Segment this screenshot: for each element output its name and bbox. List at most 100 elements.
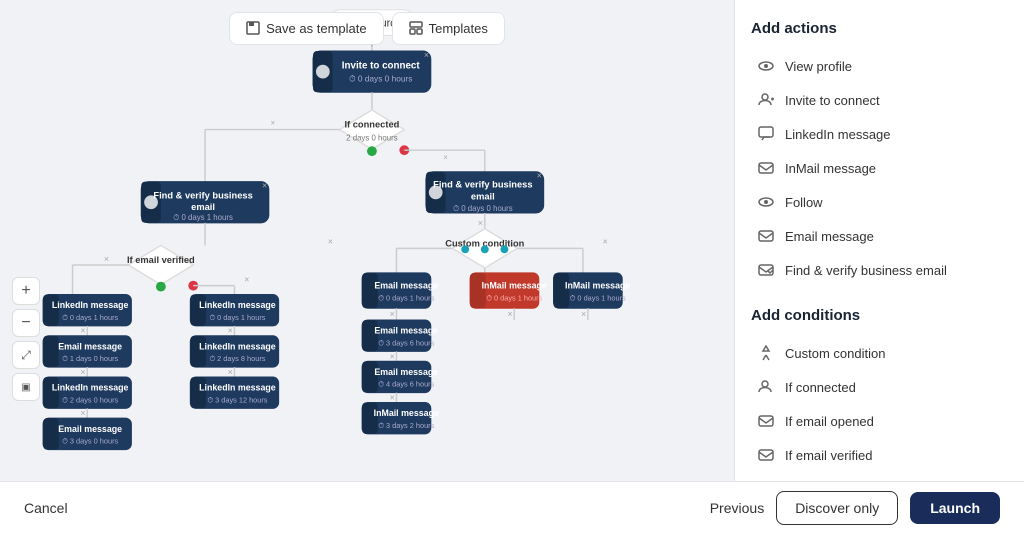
- email-verified-icon: [757, 446, 775, 464]
- svg-text:If email verified: If email verified: [127, 255, 195, 265]
- user-check-icon: [757, 378, 775, 396]
- svg-text:×: ×: [270, 119, 275, 128]
- svg-text:Email message: Email message: [58, 341, 122, 351]
- svg-text:×: ×: [537, 171, 542, 181]
- cancel-button[interactable]: Cancel: [24, 500, 68, 516]
- svg-text:⏱ 0 days 0 hours: ⏱ 0 days 0 hours: [349, 73, 412, 83]
- svg-text:×: ×: [328, 236, 333, 246]
- svg-text:LinkedIn message: LinkedIn message: [52, 300, 129, 310]
- toolbar: Save as template Templates: [0, 0, 734, 56]
- mail-icon: [757, 159, 775, 177]
- svg-text:×: ×: [244, 275, 249, 285]
- condition-if-connected-label: If connected: [785, 380, 856, 395]
- svg-text:×: ×: [228, 326, 233, 336]
- svg-text:⏱ 4 days 6 hours: ⏱ 4 days 6 hours: [378, 380, 434, 389]
- zoom-controls: + − ⤢ ▣: [12, 277, 40, 401]
- svg-text:⏱ 3 days 2 hours: ⏱ 3 days 2 hours: [378, 421, 434, 430]
- condition-if-email-verified-label: If email verified: [785, 448, 872, 463]
- user-plus-icon: [757, 91, 775, 109]
- svg-text:InMail message: InMail message: [565, 281, 630, 291]
- svg-text:LinkedIn message: LinkedIn message: [199, 341, 276, 351]
- custom-condition-icon: [757, 344, 775, 362]
- action-find-verify-label: Find & verify business email: [785, 263, 947, 278]
- eye-icon: [757, 57, 775, 75]
- svg-text:email: email: [191, 202, 215, 212]
- save-icon: [246, 21, 260, 35]
- svg-text:×: ×: [443, 153, 448, 162]
- condition-custom[interactable]: Custom condition: [751, 336, 1008, 370]
- add-conditions-title: Add conditions: [751, 307, 1008, 324]
- svg-text:⏱ 0 days 1 hours: ⏱ 0 days 1 hours: [173, 213, 233, 222]
- discover-only-button[interactable]: Discover only: [776, 491, 898, 525]
- action-invite-connect[interactable]: Invite to connect: [751, 83, 1008, 117]
- svg-text:Find & verify business: Find & verify business: [433, 179, 532, 189]
- svg-text:InMail message: InMail message: [374, 408, 439, 418]
- bottom-bar: Cancel Previous Discover only Launch: [0, 481, 1024, 533]
- svg-text:⏱ 1 days 0 hours: ⏱ 1 days 0 hours: [62, 354, 118, 363]
- action-view-profile-label: View profile: [785, 59, 852, 74]
- svg-text:×: ×: [603, 236, 608, 246]
- svg-text:⏱ 0 days 0 hours: ⏱ 0 days 0 hours: [453, 204, 513, 213]
- main-container: Save as template Templates Lead source: [0, 0, 1024, 481]
- svg-text:×: ×: [104, 254, 109, 264]
- action-email-message[interactable]: Email message: [751, 219, 1008, 253]
- svg-text:⏱ 3 days 6 hours: ⏱ 3 days 6 hours: [378, 339, 434, 348]
- svg-text:×: ×: [507, 309, 512, 319]
- screenshot-button[interactable]: ▣: [12, 373, 40, 401]
- svg-text:Invite to connect: Invite to connect: [342, 61, 421, 72]
- condition-custom-label: Custom condition: [785, 346, 885, 361]
- action-follow-label: Follow: [785, 195, 823, 210]
- svg-text:Email message: Email message: [374, 281, 438, 291]
- action-find-verify-email[interactable]: Find & verify business email: [751, 253, 1008, 287]
- svg-text:Email message: Email message: [374, 367, 438, 377]
- action-inmail-message[interactable]: InMail message: [751, 151, 1008, 185]
- action-linkedin-message[interactable]: LinkedIn message: [751, 117, 1008, 151]
- svg-text:×: ×: [390, 309, 395, 319]
- svg-text:Email message: Email message: [58, 424, 122, 434]
- canvas-area: Save as template Templates Lead source: [0, 0, 734, 481]
- svg-text:⏱ 0 days 1 hours: ⏱ 0 days 1 hours: [570, 293, 626, 302]
- right-sidebar: Add actions View profile Invite to conne…: [734, 0, 1024, 481]
- previous-button[interactable]: Previous: [710, 500, 764, 516]
- find-verify-icon: [757, 261, 775, 279]
- flow-diagram: Lead source × ▼ Invite to connect ⏱ 0 da…: [0, 0, 734, 481]
- svg-text:⏱ 0 days 1 hours: ⏱ 0 days 1 hours: [486, 293, 542, 302]
- save-as-template-button[interactable]: Save as template: [229, 12, 383, 45]
- zoom-out-button[interactable]: −: [12, 309, 40, 337]
- svg-text:×: ×: [390, 393, 395, 403]
- condition-if-email-imported[interactable]: If email imported: [751, 472, 1008, 481]
- svg-text:⏱ 3 days 12 hours: ⏱ 3 days 12 hours: [207, 395, 267, 404]
- chat-icon: [757, 125, 775, 143]
- templates-label: Templates: [429, 21, 488, 36]
- svg-text:If connected: If connected: [344, 120, 399, 130]
- follow-icon: [757, 193, 775, 211]
- svg-text:×: ×: [262, 180, 267, 190]
- svg-text:×: ×: [228, 367, 233, 377]
- condition-if-connected[interactable]: If connected: [751, 370, 1008, 404]
- condition-if-email-verified[interactable]: If email verified: [751, 438, 1008, 472]
- launch-button[interactable]: Launch: [910, 492, 1000, 524]
- action-follow[interactable]: Follow: [751, 185, 1008, 219]
- bottom-right: Previous Discover only Launch: [710, 491, 1000, 525]
- action-email-message-label: Email message: [785, 229, 874, 244]
- svg-text:⏱ 0 days 1 hours: ⏱ 0 days 1 hours: [209, 313, 265, 322]
- add-actions-title: Add actions: [751, 20, 1008, 37]
- svg-text:LinkedIn message: LinkedIn message: [52, 383, 129, 393]
- condition-if-email-opened[interactable]: If email opened: [751, 404, 1008, 438]
- zoom-in-button[interactable]: +: [12, 277, 40, 305]
- svg-text:⏱ 2 days 8 hours: ⏱ 2 days 8 hours: [209, 354, 265, 363]
- condition-if-email-opened-label: If email opened: [785, 414, 874, 429]
- svg-text:LinkedIn message: LinkedIn message: [199, 300, 276, 310]
- svg-text:2 days 0 hours: 2 days 0 hours: [346, 133, 398, 142]
- svg-text:×: ×: [390, 351, 395, 361]
- svg-text:×: ×: [80, 326, 85, 336]
- svg-text:×: ×: [80, 408, 85, 418]
- action-invite-connect-label: Invite to connect: [785, 93, 880, 108]
- svg-text:×: ×: [80, 367, 85, 377]
- svg-text:⏱ 0 days 1 hours: ⏱ 0 days 1 hours: [378, 293, 434, 302]
- templates-button[interactable]: Templates: [392, 12, 505, 45]
- svg-text:Find & verify business: Find & verify business: [153, 190, 252, 200]
- fit-button[interactable]: ⤢: [12, 341, 40, 369]
- templates-icon: [409, 21, 423, 35]
- action-view-profile[interactable]: View profile: [751, 49, 1008, 83]
